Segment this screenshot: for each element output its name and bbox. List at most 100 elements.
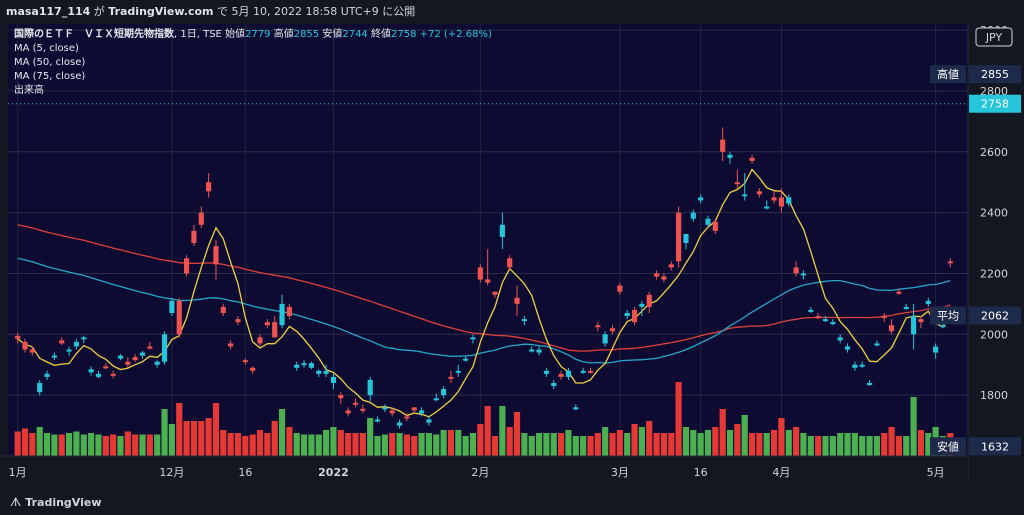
volume-bar (506, 427, 513, 456)
candle-body (889, 325, 895, 332)
candle-body (514, 297, 520, 304)
volume-bar (73, 431, 80, 456)
footer-brand: TradingView (25, 496, 102, 509)
candle-body (712, 221, 718, 231)
volume-bar (389, 433, 396, 456)
volume-bar (602, 427, 609, 456)
volume-bar (95, 434, 102, 456)
candle-body (727, 154, 733, 158)
candle-body (617, 285, 623, 292)
candle-body (822, 319, 829, 322)
candle-body (778, 197, 784, 207)
price-tick-label: 2000 (980, 328, 1008, 341)
legend-open: 2779 (245, 29, 271, 40)
volume-bar (65, 433, 73, 456)
legend-ma50[interactable]: MA (50, close) (14, 56, 492, 70)
high-badge-value: 2855 (981, 68, 1009, 81)
legend-symbol: 国際のＥＴＦ ＶＩＸ短期先物指数 (14, 29, 174, 40)
volume-bar (580, 436, 587, 456)
candle-body (154, 361, 160, 365)
volume-bar (829, 436, 836, 456)
tradingview-logo-icon: ᗑ (10, 495, 22, 509)
time-tick-label: 2022 (318, 466, 349, 479)
site-name: TradingView.com (108, 5, 214, 18)
volume-bar (29, 433, 36, 456)
volume-bar (132, 434, 139, 456)
legend-change: +72 (+2.68%) (419, 29, 492, 40)
candle-body (808, 309, 814, 312)
candle-body (793, 267, 799, 274)
chart-legend: 国際のＥＴＦ ＶＩＸ短期先物指数, 1日, TSE 始値2779 高値2855 … (14, 28, 492, 98)
volume-bar (117, 436, 124, 456)
candle-body (786, 197, 792, 204)
volume-bar (411, 436, 418, 456)
volume-bar (58, 434, 65, 456)
volume-bar (300, 434, 308, 456)
candle-body (499, 224, 505, 237)
candle-body (881, 316, 887, 319)
volume-bar (330, 427, 337, 456)
volume-bar (609, 433, 616, 456)
volume-bar (616, 430, 623, 456)
candle-body (859, 364, 865, 367)
volume-bar (675, 382, 682, 456)
volume-bar (102, 436, 109, 456)
candle-body (925, 300, 931, 304)
volume-bar (278, 409, 286, 456)
candle-body (73, 341, 79, 347)
volume-bar (212, 403, 220, 456)
candle-body (463, 358, 469, 361)
candle-body (367, 379, 373, 396)
publisher-user: masa117_114 (6, 5, 91, 18)
volume-bar (837, 433, 844, 456)
volume-bar (161, 409, 168, 456)
volume-bar (264, 433, 271, 456)
candle-body (631, 309, 638, 323)
volume-bar (80, 434, 87, 456)
volume-bar (227, 433, 234, 456)
legend-ma5[interactable]: MA (5, close) (14, 42, 492, 56)
volume-bar (528, 436, 535, 456)
published-text-mid: で (217, 5, 229, 18)
candle-body (800, 273, 807, 276)
legend-volume[interactable]: 出来高 (14, 84, 492, 98)
candle-body (169, 300, 175, 314)
candle-body (492, 291, 498, 295)
volume-bar (447, 430, 455, 456)
volume-bar (851, 433, 858, 456)
volume-bar (455, 430, 462, 456)
candle-body (404, 416, 410, 419)
volume-bar (719, 409, 726, 456)
candle-body (257, 337, 263, 344)
time-tick-label: 3月 (611, 466, 629, 479)
volume-bar (308, 434, 315, 456)
volume-bar (668, 433, 675, 456)
volume-bar (543, 433, 550, 456)
candle-body (749, 157, 755, 161)
published-text-post: に公開 (382, 5, 416, 18)
candle-body (852, 364, 858, 368)
volume-bar (778, 418, 785, 456)
volume-bar (220, 430, 227, 456)
volume-bar (425, 433, 433, 456)
volume-bar (374, 436, 381, 456)
publish-datetime: 5月 10, 2022 18:58 UTC+9 (231, 5, 379, 18)
candle-body (507, 258, 513, 268)
high-badge-label: 高値 (937, 67, 959, 81)
volume-bar (315, 434, 322, 456)
candle-body (433, 398, 439, 401)
legend-ma75[interactable]: MA (75, close) (14, 70, 492, 84)
candle-body (676, 212, 682, 262)
candle-body (301, 363, 307, 366)
volume-bar (286, 427, 293, 456)
candle-body (396, 422, 403, 426)
time-tick-label: 12月 (159, 466, 184, 479)
candle-body (639, 303, 645, 307)
candle-body (947, 261, 953, 264)
candle-body (771, 197, 777, 201)
volume-bar (256, 430, 264, 456)
candle-body (272, 322, 278, 338)
volume-bar (770, 430, 778, 456)
volume-bar (565, 430, 572, 456)
volume-bar (726, 430, 734, 456)
